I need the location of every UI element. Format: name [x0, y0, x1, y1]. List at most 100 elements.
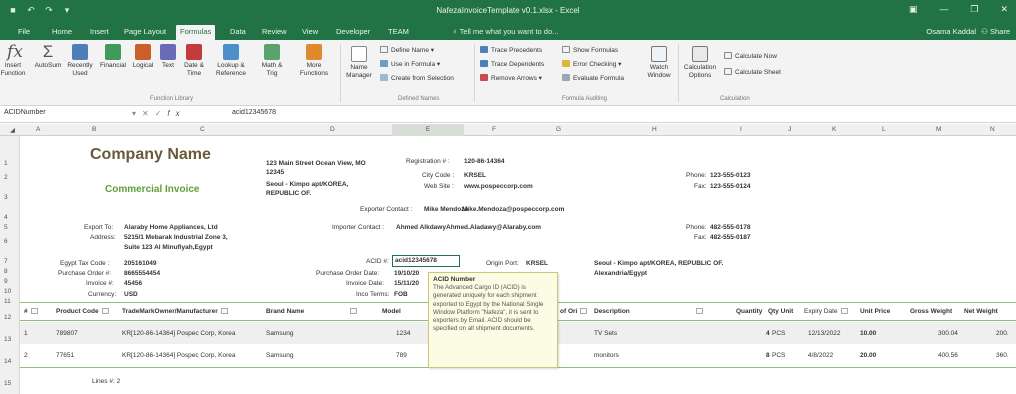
- column-header-g[interactable]: G: [556, 126, 561, 133]
- restore-icon[interactable]: ❐: [970, 4, 978, 15]
- filter-dropdown-icon[interactable]: [350, 308, 358, 314]
- trace-precedents-button[interactable]: Trace Precedents: [480, 46, 542, 54]
- table-header-cell[interactable]: Description: [594, 308, 703, 315]
- column-header-f[interactable]: F: [492, 126, 496, 133]
- po-date-value[interactable]: 19/10/20: [394, 270, 419, 277]
- purchase-order-value[interactable]: 8665554454: [124, 270, 160, 277]
- fax-value[interactable]: 482-555-0187: [710, 234, 750, 241]
- export-to-value[interactable]: Alaraby Home Appliances, Ltd: [124, 224, 218, 231]
- column-header-e[interactable]: E: [392, 124, 464, 136]
- row-number-cell[interactable]: 1: [24, 330, 28, 337]
- column-header-l[interactable]: L: [882, 126, 886, 133]
- origin-port-value[interactable]: KRSEL: [526, 260, 548, 267]
- table-header-cell[interactable]: of Ori: [560, 308, 588, 315]
- commercial-invoice-title[interactable]: Commercial Invoice: [105, 184, 199, 195]
- column-header-d[interactable]: D: [330, 126, 335, 133]
- table-header-cell[interactable]: TradeMarkOwner/Manufacturer: [122, 308, 228, 315]
- calculate-now-button[interactable]: Calculate Now: [724, 52, 777, 60]
- date-time-button[interactable]: Date & Time: [180, 44, 208, 78]
- description-cell[interactable]: TV Sets: [594, 330, 617, 337]
- company-address-line[interactable]: REPUBLIC OF.: [266, 190, 311, 197]
- importer-contact-name[interactable]: Ahmed Alkdawy: [396, 224, 446, 231]
- model-cell[interactable]: 1234: [396, 330, 410, 337]
- tab-page-layout[interactable]: Page Layout: [120, 25, 170, 40]
- name-manager-button[interactable]: Name Manager: [344, 46, 374, 80]
- column-header-k[interactable]: K: [832, 126, 836, 133]
- exporter-contact-email[interactable]: Mike.Mendoza@pospeccorp.com: [462, 206, 564, 213]
- cancel-entry-icon[interactable]: ✕: [142, 109, 155, 118]
- share-button[interactable]: ⚇ Share: [981, 27, 1010, 36]
- tab-view[interactable]: View: [298, 25, 322, 40]
- table-header-cell[interactable]: Quantity: [736, 308, 762, 315]
- inco-terms-value[interactable]: FOB: [394, 291, 408, 298]
- company-address-line[interactable]: 12345: [266, 169, 284, 176]
- importer-address-line[interactable]: 5215/1 Mebarak Industrial Zone 3,: [124, 234, 228, 241]
- unit-price-cell[interactable]: 10.00: [860, 330, 876, 337]
- ribbon-display-icon[interactable]: ▣: [909, 4, 918, 15]
- lookup-reference-button[interactable]: Lookup & Reference: [210, 44, 252, 78]
- currency-value[interactable]: USD: [124, 291, 138, 298]
- company-address-line[interactable]: Seoul - Kimpo apt/KOREA,: [266, 181, 348, 188]
- trace-dependents-button[interactable]: Trace Dependents: [480, 60, 544, 68]
- row-header[interactable]: 9: [4, 278, 8, 285]
- table-header-cell[interactable]: Net Weight: [964, 308, 998, 315]
- error-checking-button[interactable]: Error Checking ▾: [562, 60, 621, 68]
- tell-me-box[interactable]: ♀ Tell me what you want to do...: [452, 27, 558, 36]
- tab-home[interactable]: Home: [48, 25, 76, 40]
- evaluate-formula-button[interactable]: Evaluate Formula: [562, 74, 624, 82]
- gross-weight-cell[interactable]: 400.56: [938, 352, 958, 359]
- table-header-cell[interactable]: Expiry Date: [804, 308, 848, 315]
- origin-address-line[interactable]: Seoul - Kimpo apt/KOREA, REPUBLIC OF.: [594, 260, 723, 267]
- tab-file[interactable]: File: [14, 25, 34, 40]
- close-icon[interactable]: ✕: [1000, 4, 1008, 15]
- description-cell[interactable]: monitors: [594, 352, 619, 359]
- table-header-cell[interactable]: #: [24, 308, 38, 315]
- row-header[interactable]: 4: [4, 214, 8, 221]
- trademark-cell[interactable]: KR[120-86-14364] Pospec Corp, Korea: [122, 330, 235, 337]
- row-header[interactable]: 13: [4, 336, 11, 343]
- net-weight-cell[interactable]: 360.: [996, 352, 1009, 359]
- financial-button[interactable]: Financial: [98, 44, 128, 70]
- column-header-j[interactable]: J: [788, 126, 791, 133]
- expiry-date-cell[interactable]: 4/8/2022: [808, 352, 833, 359]
- qty-unit-cell[interactable]: PCS: [772, 352, 785, 359]
- egypt-tax-value[interactable]: 205161049: [124, 260, 157, 267]
- city-code-value[interactable]: KRSEL: [464, 172, 486, 179]
- filter-dropdown-icon[interactable]: [840, 308, 848, 314]
- filter-dropdown-icon[interactable]: [101, 308, 109, 314]
- row-header[interactable]: 1: [4, 160, 8, 167]
- lines-count[interactable]: Lines #: 2: [92, 378, 120, 385]
- net-weight-cell[interactable]: 200.: [996, 330, 1009, 337]
- name-box[interactable]: ACIDNumber: [4, 109, 112, 120]
- minimize-icon[interactable]: —: [939, 4, 948, 15]
- phone-value[interactable]: 123-555-0123: [710, 172, 750, 179]
- tab-review[interactable]: Review: [258, 25, 291, 40]
- filter-dropdown-icon[interactable]: [220, 308, 228, 314]
- company-address-line[interactable]: 123 Main Street Ocean View, MO: [266, 160, 366, 167]
- row-header[interactable]: 12: [4, 314, 11, 321]
- use-in-formula-button[interactable]: Use in Formula ▾: [380, 60, 440, 68]
- formula-input[interactable]: acid12345678: [232, 109, 276, 116]
- create-from-selection-button[interactable]: Create from Selection: [380, 74, 454, 82]
- logical-button[interactable]: Logical: [130, 44, 156, 70]
- user-name[interactable]: Osama Kaddal: [926, 27, 976, 36]
- row-header[interactable]: 3: [4, 194, 8, 201]
- table-header-cell[interactable]: Product Code: [56, 308, 109, 315]
- row-header[interactable]: 11: [4, 298, 11, 305]
- table-header-cell[interactable]: Unit Price: [860, 308, 890, 315]
- autosum-button[interactable]: Σ AutoSum: [34, 43, 62, 70]
- column-header-i[interactable]: I: [740, 126, 742, 133]
- fax-value[interactable]: 123-555-0124: [710, 183, 750, 190]
- column-header-a[interactable]: A: [36, 126, 40, 133]
- phone-value[interactable]: 482-555-0178: [710, 224, 750, 231]
- invoice-number-value[interactable]: 45456: [124, 280, 142, 287]
- expiry-date-cell[interactable]: 12/13/2022: [808, 330, 841, 337]
- quantity-cell[interactable]: 4: [766, 330, 770, 337]
- row-header[interactable]: 15: [4, 380, 11, 387]
- table-header-cell[interactable]: Gross Weight: [910, 308, 952, 315]
- column-header-c[interactable]: C: [200, 126, 205, 133]
- more-functions-button[interactable]: More Functions: [294, 44, 334, 78]
- column-header-m[interactable]: M: [936, 126, 941, 133]
- remove-arrows-button[interactable]: Remove Arrows ▾: [480, 74, 542, 82]
- model-cell[interactable]: 789: [396, 352, 407, 359]
